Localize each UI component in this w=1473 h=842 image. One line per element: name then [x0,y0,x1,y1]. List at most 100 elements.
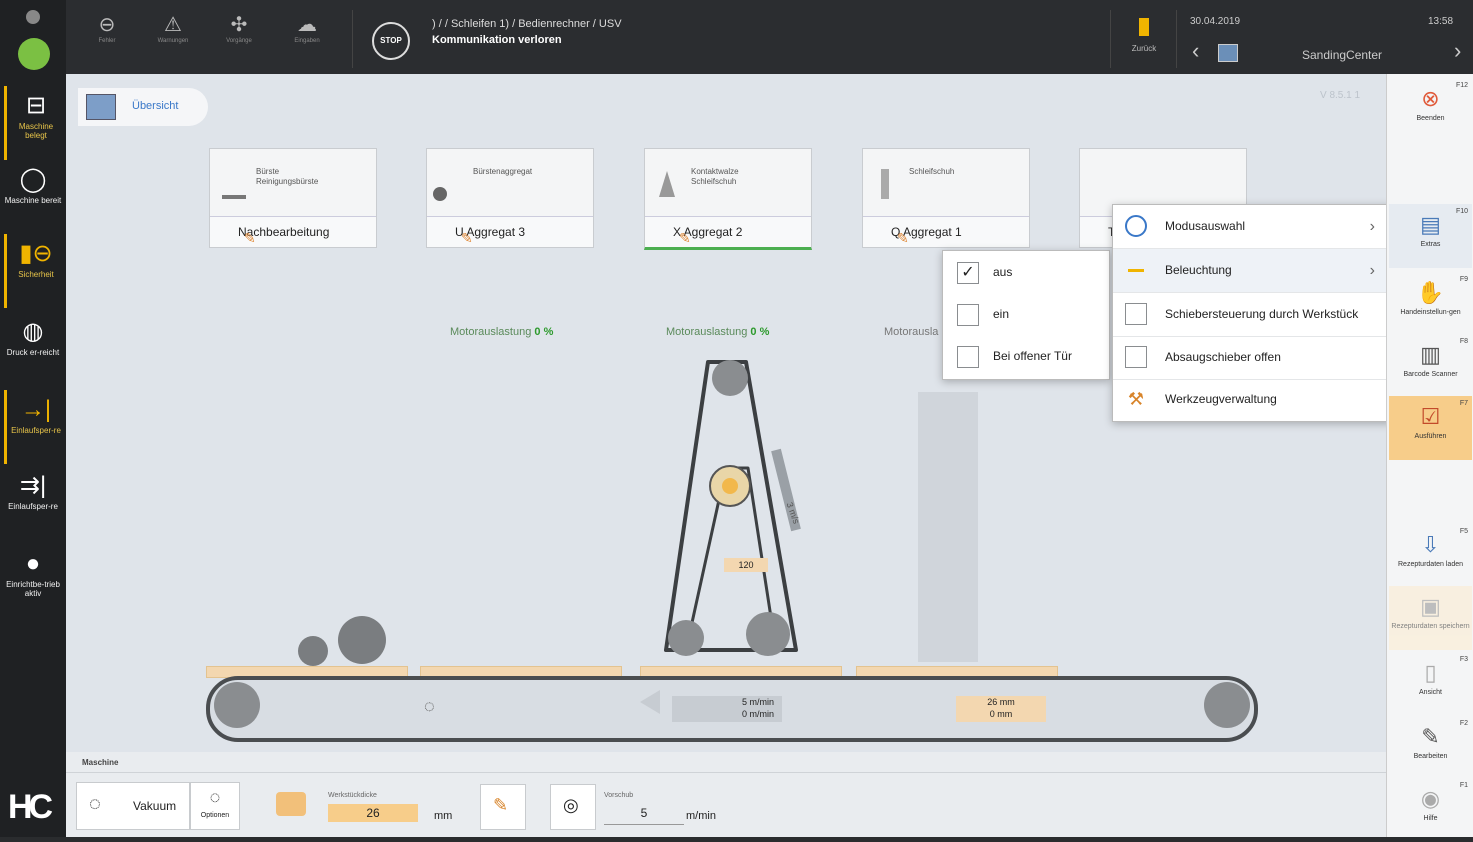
sidebar-item-machine-occupied[interactable]: ⊟ Maschine belegt [4,86,65,160]
motor-load-label: Motorauslastung [666,326,748,338]
faded-roller [338,616,386,664]
motor-load-value: 0 % [534,326,554,338]
aggregate-card-x2[interactable]: Kontaktwalze Schleifschuh ✎ X Aggregat 2 [644,148,812,250]
view-button[interactable]: F3 ▯ Ansicht [1389,652,1472,716]
sidebar-item-pressure[interactable]: ◍ Druck er-reicht [4,312,62,386]
brush-roller-icon [433,187,447,201]
thickness-label: Werkstückdicke [328,792,377,799]
version-text: V 8.5.1 1 [1320,90,1361,101]
conveyor-roller-left [214,682,260,728]
stop-button[interactable]: STOP [372,22,410,60]
top-bar: ⊖ Fehler ⚠ Warnungen ✣ Vorgänge ☁ Eingab… [66,0,1473,74]
vacuum-icon: ◌ [89,793,101,815]
aggregate-icon: ✎ [679,230,691,246]
motor-load-label: Motorausla [884,326,939,338]
feed-label: Vorschub [604,792,634,799]
exit-button[interactable]: F12 ⊗ Beenden [1389,78,1472,142]
warnings-button[interactable]: ⚠ Warnungen [142,8,204,68]
brush-icon [222,195,246,199]
help-button[interactable]: F1 ◉ Hilfe [1389,778,1472,842]
sanding-belt-diagram [664,360,801,656]
lighting-option-off[interactable]: ✓ aus [957,259,1012,285]
barcode-scanner-button[interactable]: F8 ▥ Barcode Scanner [1389,334,1472,398]
save-recipe-icon: ▣ [1420,594,1441,619]
menu-item-mode-select[interactable]: Modusauswahl › [1113,205,1391,249]
faded-roller-small [298,636,328,666]
feed-icon: ◎ [563,795,579,815]
hc-logo: HC [8,788,53,826]
chevron-right-icon: › [1454,38,1462,63]
sidebar-item-setup-mode[interactable]: ● Einrichtbe-trieb aktiv [4,544,62,618]
right-function-panel: F12 ⊗ Beenden F10 ▤ Extras F9 ✋ Handeins… [1386,74,1473,837]
menu-item-suction-slider[interactable]: Absaugschieber offen [1113,336,1391,380]
aggregate-icon: ✎ [461,230,473,246]
time-display: 13:58 [1428,16,1454,27]
aggregate-card-nachbearbeitung[interactable]: Bürste Reinigungsbürste ✎ Nachbearbeitung [209,148,377,248]
measure-icon: ✎ [493,795,509,815]
section-title: Maschine [82,758,119,767]
extras-menu: Modusauswahl › Beleuchtung › Schieberste… [1112,204,1392,422]
warning-icon: ⚠ [164,14,182,36]
errors-button[interactable]: ⊖ Fehler [76,8,138,68]
safety-icon: ▮⊖ [19,240,53,267]
menu-item-slider-control[interactable]: Schiebersteuerung durch Werkstück [1113,293,1391,337]
checkbox-icon [1125,303,1147,325]
feed-icon-button[interactable]: ◎ [550,784,596,830]
lighting-icon [1125,259,1147,281]
error-icon: ⊖ [98,14,116,36]
left-status-sidebar: ⊟ Maschine belegt ◯ Maschine bereit ▮⊖ S… [0,0,66,837]
aggregate-icon: ✎ [244,230,256,246]
measure-button[interactable]: ✎ [480,784,526,830]
conveyor-belt: ◌ 5 m/min 0 m/min 26 mm 0 mm [206,676,1258,742]
inputs-button[interactable]: ☁ Eingaben [276,8,338,68]
process-icon: ✣ [230,14,248,36]
direction-arrow-icon [640,690,660,714]
execute-button[interactable]: F7 ☑ Ausführen [1389,396,1472,460]
manual-settings-button[interactable]: F9 ✋ Handeinstellun-gen [1389,272,1472,336]
extras-button[interactable]: F10 ▤ Extras [1389,204,1472,268]
date-display: 30.04.2019 [1190,16,1241,27]
conveyor-roller-right [1204,682,1250,728]
infeed-stop-2-icon: ⇉| [19,472,47,499]
vacuum-indicator-icon: ◌ [424,696,435,716]
feed-unit: m/min [686,810,716,822]
message-text: Kommunikation verloren [432,34,562,46]
contact-roller-icon [659,171,675,197]
menu-item-tool-management[interactable]: ⚒ Werkzeugverwaltung [1113,378,1391,421]
speed-display: 5 m/min 0 m/min [672,696,782,722]
nav-next-button[interactable]: › [1454,38,1461,64]
checkbox-icon [957,345,979,368]
sidebar-item-safety[interactable]: ▮⊖ Sicherheit [4,234,65,308]
feed-input[interactable]: 5 [604,806,684,825]
lighting-option-door-open[interactable]: Bei offener Tür [957,343,1072,369]
checkbox-icon [957,303,979,326]
chevron-right-icon: › [1369,262,1375,279]
infeed-stop-icon: →| [20,396,52,423]
thickness-input[interactable]: 26 [328,804,418,822]
sidebar-item-machine-ready[interactable]: ◯ Maschine bereit [4,160,62,234]
lighting-submenu: ✓ aus ein Bei offener Tür [942,250,1110,380]
vacuum-button[interactable]: ◌ Vakuum [76,782,190,830]
checkbox-icon [1125,346,1147,368]
load-recipe-button[interactable]: F5 ⇩ Rezepturdaten laden [1389,524,1472,588]
lighting-option-on[interactable]: ein [957,301,1009,327]
bottom-machine-bar: Maschine ◌ Vakuum ◌ Optionen Werkstückdi… [66,752,1386,837]
overview-icon [86,94,116,120]
setup-mode-icon: ● [25,550,41,577]
nav-prev-button[interactable]: ‹ [1192,38,1199,64]
edit-button[interactable]: F2 ✎ Bearbeiten [1389,716,1472,780]
machine-frame-shape [918,392,978,662]
pressure-value-box: 120 [724,558,768,572]
processes-button[interactable]: ✣ Vorgänge [208,8,270,68]
back-button[interactable]: Zurück [1118,14,1170,64]
save-recipe-button[interactable]: ▣ Rezepturdaten speichern [1389,586,1472,650]
sidebar-item-infeed-stop-2[interactable]: ⇉| Einlaufsper-re [4,466,62,540]
aggregate-card-q1[interactable]: Schleifschuh ✎ Q Aggregat 1 [862,148,1030,248]
stop-icon: STOP [380,36,402,45]
sidebar-item-infeed-stop[interactable]: →| Einlaufsper-re [4,390,65,464]
options-button[interactable]: ◌ Optionen [190,782,240,830]
aggregate-card-u3[interactable]: Bürstenaggregat ✎ U Aggregat 3 [426,148,594,248]
tab-overview[interactable]: Übersicht [78,88,208,126]
status-green-light [18,38,50,70]
menu-item-lighting[interactable]: Beleuchtung › [1113,249,1391,293]
